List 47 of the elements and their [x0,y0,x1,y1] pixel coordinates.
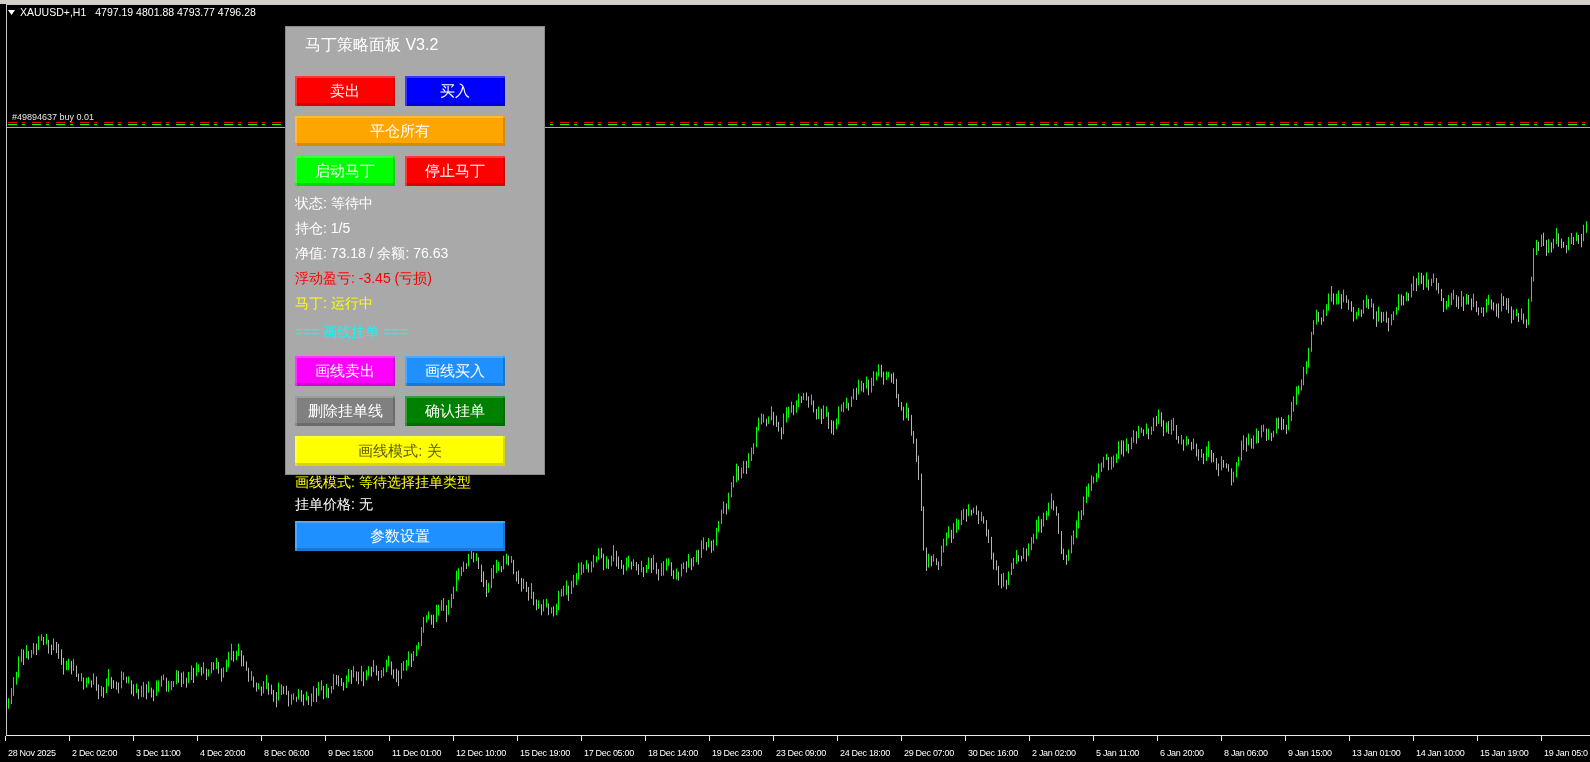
time-axis-label: 28 Nov 2025 [8,747,56,759]
time-axis-label: 14 Jan 10:00 [1416,747,1465,759]
panel-button[interactable]: 删除挂单线 [295,396,395,426]
time-axis-label: 19 Jan 05:0 [1544,747,1588,759]
time-axis-label: 24 Dec 18:00 [840,747,890,759]
order-label: #49894637 buy 0.01 [12,112,95,122]
time-axis-label: 6 Jan 20:00 [1160,747,1204,759]
panel-button[interactable]: 画线模式: 关 [295,436,505,466]
time-axis-label: 9 Jan 15:00 [1288,747,1332,759]
time-axis-label: 13 Jan 01:00 [1352,747,1401,759]
time-axis-label: 23 Dec 09:00 [776,747,826,759]
time-axis-label: 2 Jan 02:00 [1032,747,1076,759]
price-values: 4797.19 4801.88 4793.77 4796.28 [95,6,256,19]
time-axis-label: 12 Dec 10:00 [456,747,506,759]
panel-button[interactable]: 画线买入 [405,356,505,386]
time-axis-label: 3 Dec 11:00 [136,747,181,759]
panel-button[interactable]: 确认挂单 [405,396,505,426]
panel-title: 马丁策略面板 V3.2 [304,35,439,55]
time-axis-label: 29 Dec 07:00 [904,747,954,759]
time-axis-label: 15 Dec 19:00 [520,747,570,759]
caret-down-icon[interactable] [8,10,15,15]
panel-button[interactable]: 参数设置 [295,521,505,551]
symbol-label: XAUUSD+,H1 [20,6,87,19]
time-axis-label: 18 Dec 14:00 [648,747,698,759]
status-line: 浮动盈亏: -3.45 (亏损) [295,269,432,288]
time-axis-label: 17 Dec 05:00 [584,747,634,759]
status-line: 净值: 73.18 / 余额: 76.63 [295,244,449,263]
status-line: 持仓: 1/5 [295,219,351,238]
time-axis-label: 11 Dec 01:00 [392,747,442,759]
time-axis-label: 2 Dec 02:00 [72,747,118,759]
panel-button[interactable]: 停止马丁 [405,156,505,186]
panel-button[interactable]: 买入 [405,76,505,106]
time-axis-label: 9 Dec 15:00 [328,747,374,759]
time-axis-label: 30 Dec 16:00 [968,747,1018,759]
panel-button[interactable]: 卖出 [295,76,395,106]
panel-button[interactable]: 画线卖出 [295,356,395,386]
status-line: 马丁: 运行中 [295,294,373,313]
time-axis-label: 19 Dec 23:00 [712,747,762,759]
time-axis-label: 15 Jan 19:00 [1480,747,1529,759]
section-heading: === 画线挂单 === [295,323,408,342]
status-line: 画线模式: 等待选择挂单类型 [295,473,471,492]
status-line: 状态: 等待中 [295,194,373,213]
time-axis-label: 4 Dec 20:00 [200,747,246,759]
time-axis-label: 8 Dec 06:00 [264,747,310,759]
time-axis-label: 8 Jan 06:00 [1224,747,1268,759]
status-line: 挂单价格: 无 [295,495,373,514]
time-axis-label: 5 Jan 11:00 [1096,747,1140,759]
